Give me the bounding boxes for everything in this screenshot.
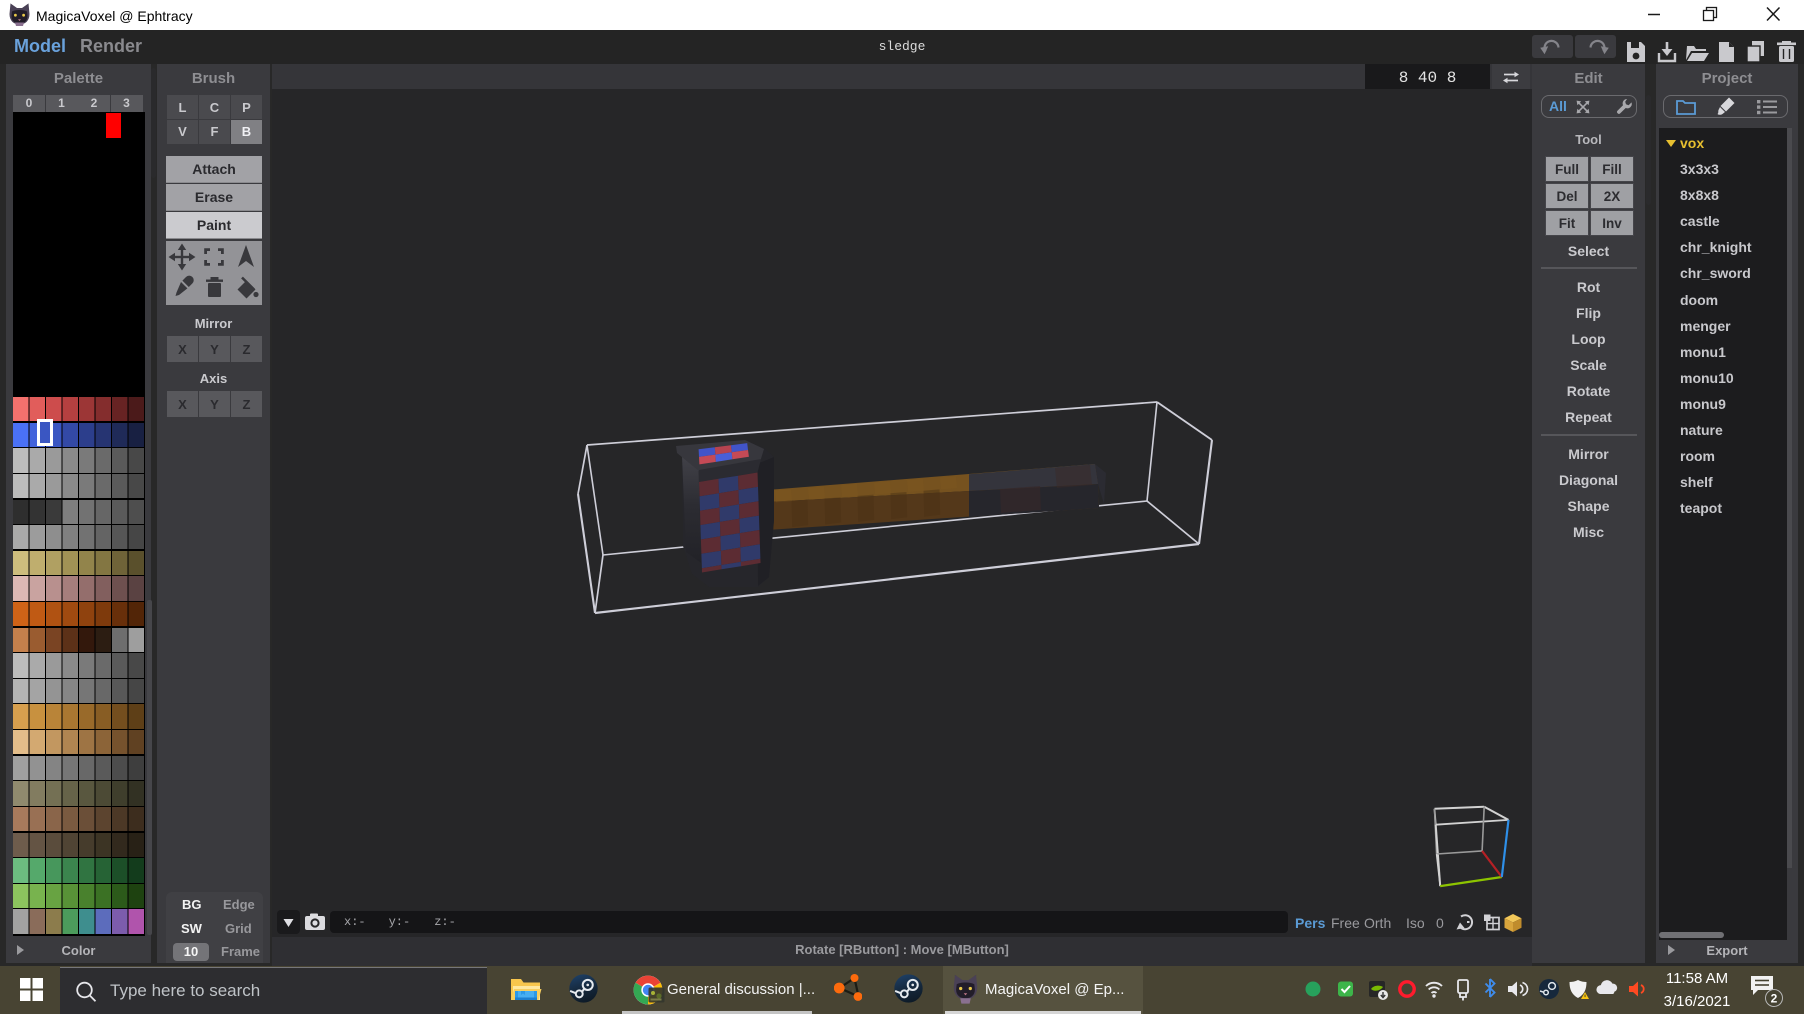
svg-text:2: 2	[1771, 992, 1778, 1006]
